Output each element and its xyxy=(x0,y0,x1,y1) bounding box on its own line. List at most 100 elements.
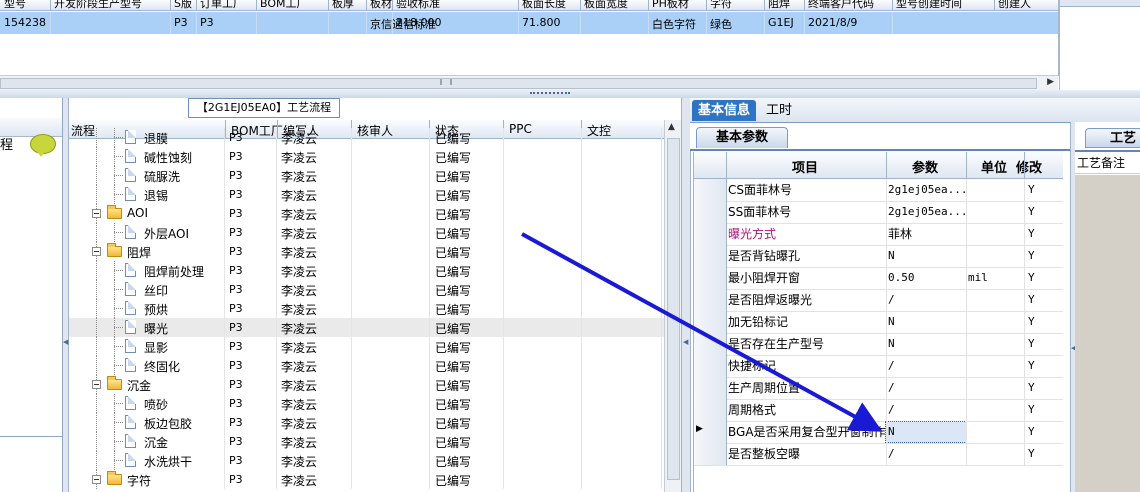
row-indicator[interactable] xyxy=(694,267,727,289)
param-modify-cell[interactable]: Y xyxy=(1028,443,1035,465)
model-grid-selected-row[interactable]: 154238 P3 P3 京信通信标准 218.000 71.800 白色字符 绿色 G1EJ 2… xyxy=(0,12,1058,34)
tree-step-row[interactable]: 阻焊前处理 P3 李凌云 已编写 xyxy=(69,261,669,280)
column-header[interactable]: 终端客户代码 xyxy=(808,0,874,10)
row-indicator[interactable] xyxy=(694,355,727,377)
row-indicator[interactable] xyxy=(694,399,727,421)
param-row[interactable]: 是否整板空曝 / Y xyxy=(694,443,1071,466)
param-row[interactable]: 生产周期位置 / Y xyxy=(694,377,1071,400)
param-row[interactable]: 加无铅标记 N Y xyxy=(694,311,1071,334)
column-header[interactable]: 板材 xyxy=(370,0,392,10)
tree-step-row[interactable]: 丝印 P3 李凌云 已编写 xyxy=(69,280,669,299)
params-column-header[interactable]: 参数 xyxy=(912,157,938,176)
row-indicator[interactable] xyxy=(694,311,727,333)
param-row[interactable]: 周期格式 / Y xyxy=(694,399,1071,422)
tree-step-row[interactable]: 板边包胶 P3 李凌云 已编写 xyxy=(69,413,669,432)
tree-step-row[interactable]: 硫脲洗 P3 李凌云 已编写 xyxy=(69,166,669,185)
param-value-cell[interactable]: / xyxy=(888,355,895,377)
param-value-cell[interactable]: 2g1ej05ea... xyxy=(888,201,967,223)
param-row[interactable]: 是否背钻曝孔 N Y xyxy=(694,245,1071,268)
tree-step-row[interactable]: 预烘 P3 李凌云 已编写 xyxy=(69,299,669,318)
tree-step-row[interactable]: 退膜 P3 李凌云 已编写 xyxy=(69,128,669,147)
middle-vertical-splitter[interactable]: ◀ xyxy=(681,98,691,492)
param-value-cell[interactable]: / xyxy=(888,399,895,421)
tree-step-row[interactable]: 外层AOI P3 李凌云 已编写 xyxy=(69,223,669,242)
column-header[interactable]: BOM工厂 xyxy=(260,0,308,10)
column-header[interactable]: S版 xyxy=(174,0,192,10)
param-value-cell[interactable]: N xyxy=(888,421,895,443)
param-value-cell[interactable]: N xyxy=(888,245,895,267)
param-modify-cell[interactable]: Y xyxy=(1028,201,1035,223)
param-modify-cell[interactable]: Y xyxy=(1028,377,1035,399)
params-vscroll[interactable] xyxy=(1063,152,1070,492)
tab-basic-params[interactable]: 基本参数 xyxy=(696,127,788,148)
param-value-cell[interactable]: 0.50 xyxy=(888,267,915,289)
horizontal-splitter[interactable] xyxy=(0,90,1140,98)
param-value-cell[interactable]: N xyxy=(888,311,895,333)
scroll-right-icon[interactable]: ▶ xyxy=(1047,77,1054,87)
tree-folder-row[interactable]: 沉金 P3 李凌云 已编写 xyxy=(69,375,669,394)
param-modify-cell[interactable]: Y xyxy=(1028,267,1035,289)
param-modify-cell[interactable]: Y xyxy=(1028,333,1035,355)
row-indicator[interactable] xyxy=(694,443,727,465)
tree-step-row[interactable]: 碱性蚀刻 P3 李凌云 已编写 xyxy=(69,147,669,166)
tree-folder-row[interactable]: 阻焊 P3 李凌云 已编写 xyxy=(69,242,669,261)
param-modify-cell[interactable]: Y xyxy=(1028,289,1035,311)
param-value-cell[interactable]: 2g1ej05ea... xyxy=(888,179,967,201)
tab-basic-info[interactable]: 基本信息 xyxy=(692,100,757,121)
row-indicator[interactable] xyxy=(694,289,727,311)
column-header[interactable]: PH板材 xyxy=(652,0,689,10)
row-indicator[interactable] xyxy=(694,223,727,245)
param-row[interactable]: CS面菲林号 2g1ej05ea... Y xyxy=(694,179,1071,202)
param-modify-cell[interactable]: Y xyxy=(1028,245,1035,267)
param-modify-cell[interactable]: Y xyxy=(1028,223,1035,245)
column-header[interactable]: 板厚 xyxy=(332,0,354,10)
hscroll-thumb[interactable] xyxy=(0,78,1037,89)
row-indicator[interactable] xyxy=(694,333,727,355)
row-indicator[interactable] xyxy=(694,377,727,399)
model-grid-hscrollbar[interactable]: ▶ xyxy=(0,75,1058,90)
collapse-toggle-icon[interactable] xyxy=(92,247,101,256)
params-column-header[interactable]: 修改 xyxy=(1016,157,1042,176)
param-modify-cell[interactable]: Y xyxy=(1028,311,1035,333)
column-header[interactable]: 阻焊 xyxy=(768,0,790,10)
tree-step-row[interactable]: 喷砂 P3 李凌云 已编写 xyxy=(69,394,669,413)
collapse-toggle-icon[interactable] xyxy=(92,380,101,389)
collapse-arrow-icon[interactable]: ◀ xyxy=(683,338,688,346)
row-indicator[interactable] xyxy=(694,201,727,223)
param-value-cell[interactable]: N xyxy=(888,333,895,355)
column-header[interactable]: 板面宽度 xyxy=(584,0,628,10)
tree-step-row[interactable]: 曝光 P3 李凌云 已编写 xyxy=(69,318,669,337)
collapse-arrow-icon[interactable]: ◀ xyxy=(63,338,68,346)
param-modify-cell[interactable]: Y xyxy=(1028,399,1035,421)
tree-step-row[interactable]: 退锡 P3 李凌云 已编写 xyxy=(69,185,669,204)
tree-step-row[interactable]: 水洗烘干 P3 李凌云 已编写 xyxy=(69,451,669,470)
param-value-cell[interactable]: / xyxy=(888,289,895,311)
param-modify-cell[interactable]: Y xyxy=(1028,421,1035,443)
tree-step-row[interactable]: 终固化 P3 李凌云 已编写 xyxy=(69,356,669,375)
scroll-up-icon[interactable]: ▲ xyxy=(668,122,675,132)
collapse-toggle-icon[interactable] xyxy=(92,209,101,218)
column-header[interactable]: 板面长度 xyxy=(522,0,566,10)
column-header[interactable]: 验收标准 xyxy=(396,0,440,10)
param-modify-cell[interactable]: Y xyxy=(1028,179,1035,201)
param-row[interactable]: 最小阻焊开窗 0.50 mil Y xyxy=(694,267,1071,290)
collapse-toggle-icon[interactable] xyxy=(92,475,101,484)
param-unit-cell[interactable]: mil xyxy=(968,267,988,289)
tree-step-row[interactable]: 沉金 P3 李凌云 已编写 xyxy=(69,432,669,451)
column-header[interactable]: 型号 xyxy=(4,0,26,10)
column-header[interactable]: 字符 xyxy=(710,0,732,10)
tree-folder-row[interactable]: AOI P3 李凌云 已编写 xyxy=(69,204,669,223)
speech-bubble-icon[interactable] xyxy=(30,134,56,157)
tree-folder-row[interactable]: 字符 P3 李凌云 已编写 xyxy=(69,470,669,489)
param-row[interactable]: 是否存在生产型号 N Y xyxy=(694,333,1071,356)
param-edit-box[interactable] xyxy=(885,421,967,443)
process-tree-vscrollbar[interactable]: ▲ xyxy=(664,120,681,492)
param-value-cell[interactable]: / xyxy=(888,377,895,399)
param-value-cell[interactable]: 菲林 xyxy=(888,223,912,245)
param-row[interactable]: 曝光方式 菲林 Y xyxy=(694,223,1071,246)
params-column-header[interactable]: 单位 xyxy=(981,157,1007,176)
row-indicator[interactable] xyxy=(694,179,727,201)
param-row[interactable]: 快捷标记 / Y xyxy=(694,355,1071,378)
craft-note-area[interactable] xyxy=(1075,175,1140,492)
column-header[interactable]: 型号创建时间 xyxy=(896,0,962,10)
